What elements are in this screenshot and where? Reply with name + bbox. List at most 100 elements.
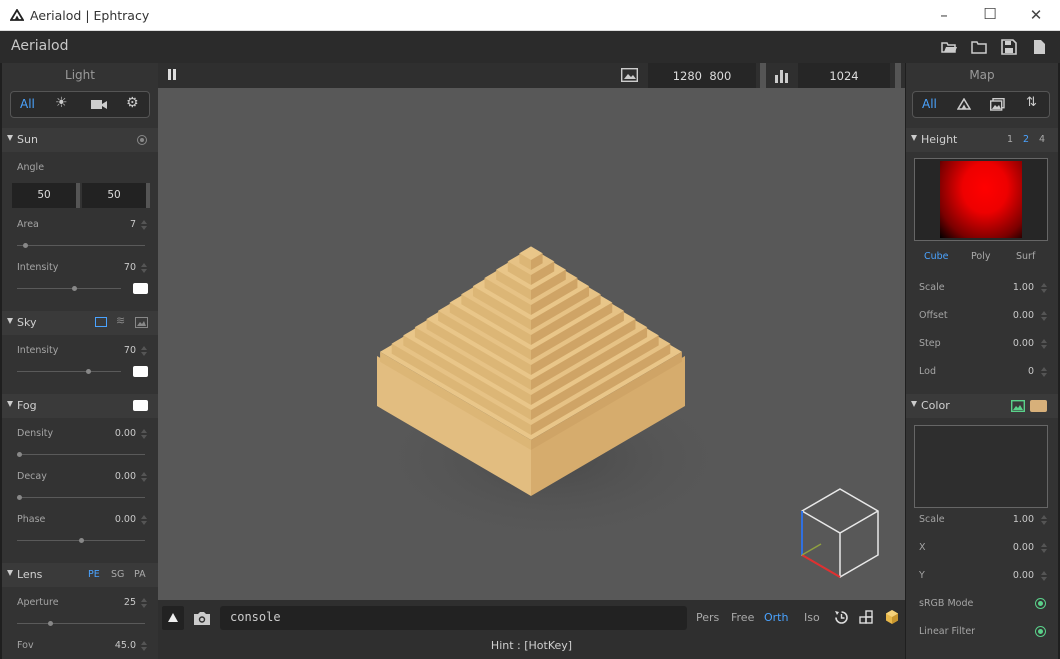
sun-intensity-spinner-icon[interactable] bbox=[141, 263, 147, 274]
decay-spinner-icon[interactable] bbox=[141, 472, 147, 483]
orientation-cube-icon[interactable] bbox=[801, 488, 879, 578]
sun-intensity-slider[interactable] bbox=[17, 286, 121, 291]
height-step-spinner-icon[interactable] bbox=[1041, 339, 1047, 350]
maximize-button[interactable]: ☐ bbox=[980, 5, 1000, 23]
folder-icon[interactable] bbox=[970, 38, 988, 56]
area-spinner-icon[interactable] bbox=[141, 220, 147, 231]
sky-intensity-slider-knob[interactable] bbox=[86, 369, 92, 374]
sky-image-icon[interactable] bbox=[135, 317, 148, 328]
mode-orth[interactable]: Orth bbox=[764, 611, 788, 624]
phase-slider[interactable] bbox=[17, 538, 145, 543]
layout-icon[interactable] bbox=[859, 610, 874, 625]
decay-slider[interactable] bbox=[17, 495, 145, 500]
lens-option-pe[interactable]: PE bbox=[88, 569, 100, 580]
color-y-spinner-icon[interactable] bbox=[1041, 571, 1047, 582]
terrain-render[interactable] bbox=[158, 88, 905, 600]
resolution-width[interactable]: 1280 bbox=[673, 69, 702, 83]
height-view-poly[interactable]: Poly bbox=[971, 251, 990, 262]
render-viewport[interactable] bbox=[158, 88, 905, 600]
color-x-spinner-icon[interactable] bbox=[1041, 543, 1047, 554]
srgb-mode-toggle[interactable] bbox=[1035, 598, 1046, 609]
terrain-mode-button[interactable] bbox=[162, 606, 184, 630]
sun-icon[interactable]: ☀ bbox=[55, 95, 68, 111]
camera-icon[interactable] bbox=[91, 99, 107, 110]
aperture-slider[interactable] bbox=[17, 621, 145, 626]
pause-icon[interactable] bbox=[168, 69, 171, 80]
sky-intensity-spinner-icon[interactable] bbox=[141, 346, 147, 357]
height-lod-1[interactable]: 1 bbox=[1007, 134, 1013, 145]
resolution-height[interactable]: 800 bbox=[709, 69, 731, 83]
sky-uniform-icon[interactable] bbox=[95, 317, 107, 327]
new-file-icon[interactable] bbox=[1030, 38, 1048, 56]
aperture-slider-knob[interactable] bbox=[47, 621, 53, 626]
console-input[interactable]: console bbox=[220, 606, 687, 630]
color-y-value[interactable]: 0.00 bbox=[996, 570, 1034, 581]
sun-intensity-slider-knob[interactable] bbox=[72, 286, 78, 291]
sun-color-swatch[interactable] bbox=[133, 283, 148, 294]
mode-free[interactable]: Free bbox=[731, 611, 754, 624]
height-view-cube[interactable]: Cube bbox=[924, 251, 949, 262]
density-slider-knob[interactable] bbox=[17, 452, 22, 457]
minimize-button[interactable]: – bbox=[934, 6, 954, 24]
samples-chart-icon[interactable] bbox=[774, 68, 790, 83]
area-value[interactable]: 7 bbox=[102, 219, 136, 230]
reset-rotation-icon[interactable] bbox=[834, 610, 849, 625]
fov-value[interactable]: 45.0 bbox=[102, 640, 136, 651]
sun-target-icon[interactable] bbox=[137, 135, 147, 145]
height-offset-value[interactable]: 0.00 bbox=[996, 310, 1034, 321]
heightmap-preview[interactable] bbox=[914, 158, 1048, 241]
area-slider-knob[interactable] bbox=[23, 243, 29, 248]
color-image-icon[interactable] bbox=[1011, 400, 1025, 412]
gear-icon[interactable]: ⚙ bbox=[126, 95, 139, 111]
height-scale-spinner-icon[interactable] bbox=[1041, 283, 1047, 294]
decay-slider-knob[interactable] bbox=[17, 495, 22, 500]
angle-a-field[interactable]: 50 bbox=[12, 183, 80, 208]
color-x-value[interactable]: 0.00 bbox=[996, 542, 1034, 553]
height-lod-4[interactable]: 4 bbox=[1039, 134, 1045, 145]
sky-intensity-slider[interactable] bbox=[17, 369, 121, 374]
close-button[interactable]: ✕ bbox=[1026, 6, 1046, 24]
samples-field[interactable]: 1024 bbox=[798, 63, 890, 88]
height-view-surf[interactable]: Surf bbox=[1016, 251, 1035, 262]
phase-value[interactable]: 0.00 bbox=[102, 514, 136, 525]
linear-filter-toggle[interactable] bbox=[1035, 626, 1046, 637]
density-spinner-icon[interactable] bbox=[141, 429, 147, 440]
area-slider[interactable] bbox=[17, 243, 145, 248]
decay-value[interactable]: 0.00 bbox=[102, 471, 136, 482]
lens-section-header[interactable]: Lens PE SG PA bbox=[2, 563, 158, 587]
density-value[interactable]: 0.00 bbox=[102, 428, 136, 439]
lens-option-sg[interactable]: SG bbox=[111, 569, 124, 580]
map-tab-all[interactable]: All bbox=[922, 97, 937, 111]
sky-color-swatch[interactable] bbox=[133, 366, 148, 377]
lens-option-pa[interactable]: PA bbox=[134, 569, 146, 580]
height-lod-spinner-icon[interactable] bbox=[1041, 367, 1047, 378]
sky-intensity-value[interactable]: 70 bbox=[102, 345, 136, 356]
tab-all[interactable]: All bbox=[20, 97, 35, 111]
resolution-field[interactable]: 1280 800 bbox=[648, 63, 756, 88]
color-swatch-tan[interactable] bbox=[1030, 400, 1047, 412]
height-section-header[interactable]: Height 1 2 4 bbox=[906, 128, 1058, 152]
height-lod-value[interactable]: 0 bbox=[996, 366, 1034, 377]
height-step-value[interactable]: 0.00 bbox=[996, 338, 1034, 349]
open-file-icon[interactable] bbox=[940, 38, 958, 56]
angle-b-field[interactable]: 50 bbox=[82, 183, 150, 208]
color-section-header[interactable]: Color bbox=[906, 394, 1058, 418]
color-scale-value[interactable]: 1.00 bbox=[996, 514, 1034, 525]
gallery-icon[interactable] bbox=[990, 98, 1005, 111]
mode-pers[interactable]: Pers bbox=[696, 611, 719, 624]
fov-spinner-icon[interactable] bbox=[141, 641, 147, 652]
density-slider[interactable] bbox=[17, 452, 145, 457]
terrain-icon[interactable] bbox=[957, 98, 971, 110]
sun-section-header[interactable]: Sun bbox=[2, 128, 158, 152]
phase-slider-knob[interactable] bbox=[78, 538, 84, 543]
screenshot-camera-icon[interactable] bbox=[193, 611, 211, 626]
height-offset-spinner-icon[interactable] bbox=[1041, 311, 1047, 322]
sky-gradient-icon[interactable]: ≋ bbox=[116, 314, 125, 327]
colormap-preview[interactable] bbox=[914, 425, 1048, 508]
fog-color-swatch[interactable] bbox=[133, 400, 148, 411]
mode-iso[interactable]: Iso bbox=[804, 611, 820, 624]
aperture-spinner-icon[interactable] bbox=[141, 598, 147, 609]
color-scale-spinner-icon[interactable] bbox=[1041, 515, 1047, 526]
sky-section-header[interactable]: Sky ≋ bbox=[2, 311, 158, 335]
swap-icon[interactable]: ⇅ bbox=[1026, 95, 1037, 110]
